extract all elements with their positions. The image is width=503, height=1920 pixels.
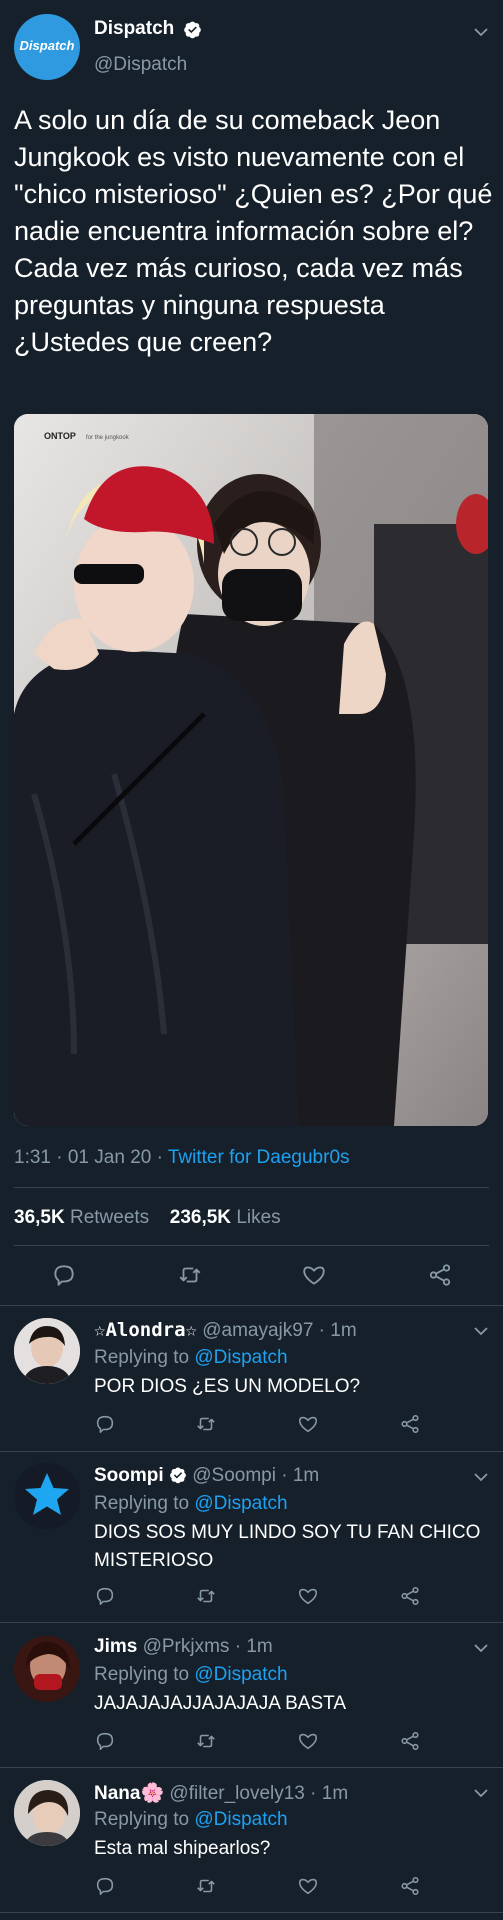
reply-text: JAJAJAJAJJAJAJAJA BASTA: [94, 1693, 347, 1714]
verified-icon: [169, 1466, 187, 1484]
share-icon[interactable]: [399, 1585, 423, 1609]
like-icon[interactable]: [301, 1262, 327, 1288]
dispatch-avatar[interactable]: Dispatch: [14, 14, 80, 80]
replying-to: Replying to @Dispatch: [94, 1809, 288, 1831]
reply-author-row: Nana🌸 @filter_lovely13 · 1m: [94, 1781, 348, 1805]
photo-watermark: ONTOP: [44, 431, 76, 441]
reply-display-name[interactable]: Nana🌸: [94, 1783, 164, 1804]
reply-text: Esta mal shipearlos?: [94, 1838, 271, 1859]
replying-to-label: Replying to: [94, 1347, 195, 1368]
chevron-down-icon[interactable]: [473, 24, 489, 40]
reply-author-row: Jims @Prkjxms · 1m: [94, 1636, 273, 1658]
photo-watermark-sub: for the jungkook: [86, 435, 130, 441]
reply-handle-time[interactable]: @amayajk97 · 1m: [202, 1320, 356, 1341]
reply-handle-time[interactable]: @Soompi · 1m: [192, 1465, 319, 1486]
like-icon[interactable]: [297, 1413, 321, 1437]
reply-actions: [94, 1875, 434, 1899]
reply-icon[interactable]: [94, 1875, 118, 1899]
retweets-count[interactable]: 36,5K: [14, 1207, 65, 1228]
divider: [0, 1912, 503, 1913]
replying-to: Replying to @Dispatch: [94, 1493, 288, 1515]
reply-handle-time[interactable]: @filter_lovely13 · 1m: [169, 1783, 348, 1804]
divider: [0, 1622, 503, 1623]
replying-to-label: Replying to: [94, 1809, 195, 1830]
tweet-photo[interactable]: ONTOP for the jungkook: [14, 414, 488, 1126]
avatar[interactable]: [14, 1463, 80, 1529]
reply-text: DIOS SOS MUY LINDO SOY TU FAN CHICO MIST…: [94, 1522, 481, 1571]
avatar[interactable]: [14, 1636, 80, 1702]
tweet-time[interactable]: 1:31 · 01 Jan 20 ·: [14, 1147, 168, 1168]
retweets-label[interactable]: Retweets: [70, 1207, 149, 1228]
verified-icon: [183, 20, 202, 39]
retweet-icon[interactable]: [177, 1262, 203, 1288]
reply-display-name[interactable]: Soompi: [94, 1465, 164, 1486]
tweet-text: A solo un día de su comeback Jeon Jungko…: [14, 105, 493, 357]
chevron-down-icon[interactable]: [473, 1785, 489, 1801]
replying-to: Replying to @Dispatch: [94, 1347, 288, 1369]
share-icon[interactable]: [399, 1875, 423, 1899]
reply-icon[interactable]: [94, 1585, 118, 1609]
reply-text: POR DIOS ¿ES UN MODELO?: [94, 1376, 361, 1397]
chevron-down-icon[interactable]: [473, 1323, 489, 1339]
replying-to: Replying to @Dispatch: [94, 1664, 288, 1686]
tweet-timestamp-row: 1:31 · 01 Jan 20 · Twitter for Daegubr0s: [14, 1147, 350, 1169]
replying-to-link[interactable]: @Dispatch: [194, 1347, 287, 1368]
divider: [14, 1187, 489, 1188]
main-tweet-actions: [0, 1260, 503, 1290]
author-display-name: Dispatch: [94, 18, 175, 39]
replying-to-label: Replying to: [94, 1664, 195, 1685]
replying-to-link[interactable]: @Dispatch: [194, 1809, 287, 1830]
share-icon[interactable]: [399, 1413, 423, 1437]
reply-icon[interactable]: [51, 1262, 77, 1288]
retweet-icon[interactable]: [195, 1730, 219, 1754]
reply-author-row: Soompi @Soompi · 1m: [94, 1465, 319, 1487]
author-handle[interactable]: @Dispatch: [94, 54, 187, 76]
replying-to-link[interactable]: @Dispatch: [194, 1493, 287, 1514]
reply-display-name[interactable]: ☆Alondra☆: [94, 1319, 197, 1341]
share-icon[interactable]: [427, 1262, 453, 1288]
reply-actions: [94, 1730, 434, 1754]
tweet-source[interactable]: Twitter for Daegubr0s: [168, 1147, 350, 1168]
reply-display-name[interactable]: Jims: [94, 1636, 137, 1657]
tweet-stats: 36,5K Retweets 236,5K Likes: [14, 1207, 281, 1229]
replying-to-link[interactable]: @Dispatch: [194, 1664, 287, 1685]
divider: [0, 1451, 503, 1452]
avatar[interactable]: [14, 1780, 80, 1846]
share-icon[interactable]: [399, 1730, 423, 1754]
chevron-down-icon[interactable]: [473, 1640, 489, 1656]
avatar[interactable]: [14, 1318, 80, 1384]
avatar-logo-text: Dispatch: [19, 38, 75, 53]
reply-handle-time[interactable]: @Prkjxms · 1m: [143, 1636, 273, 1657]
like-icon[interactable]: [297, 1730, 321, 1754]
divider: [0, 1305, 503, 1306]
likes-count[interactable]: 236,5K: [170, 1207, 231, 1228]
like-icon[interactable]: [297, 1875, 321, 1899]
divider: [0, 1767, 503, 1768]
like-icon[interactable]: [297, 1585, 321, 1609]
replying-to-label: Replying to: [94, 1493, 195, 1514]
reply-actions: [94, 1413, 434, 1437]
author-name-row[interactable]: Dispatch: [94, 18, 202, 44]
reply-icon[interactable]: [94, 1413, 118, 1437]
reply-icon[interactable]: [94, 1730, 118, 1754]
chevron-down-icon[interactable]: [473, 1469, 489, 1485]
retweet-icon[interactable]: [195, 1585, 219, 1609]
reply-author-row: ☆Alondra☆ @amayajk97 · 1m: [94, 1319, 357, 1342]
retweet-icon[interactable]: [195, 1875, 219, 1899]
divider: [14, 1245, 489, 1246]
retweet-icon[interactable]: [195, 1413, 219, 1437]
reply-actions: [94, 1585, 434, 1609]
likes-label[interactable]: Likes: [236, 1207, 280, 1228]
